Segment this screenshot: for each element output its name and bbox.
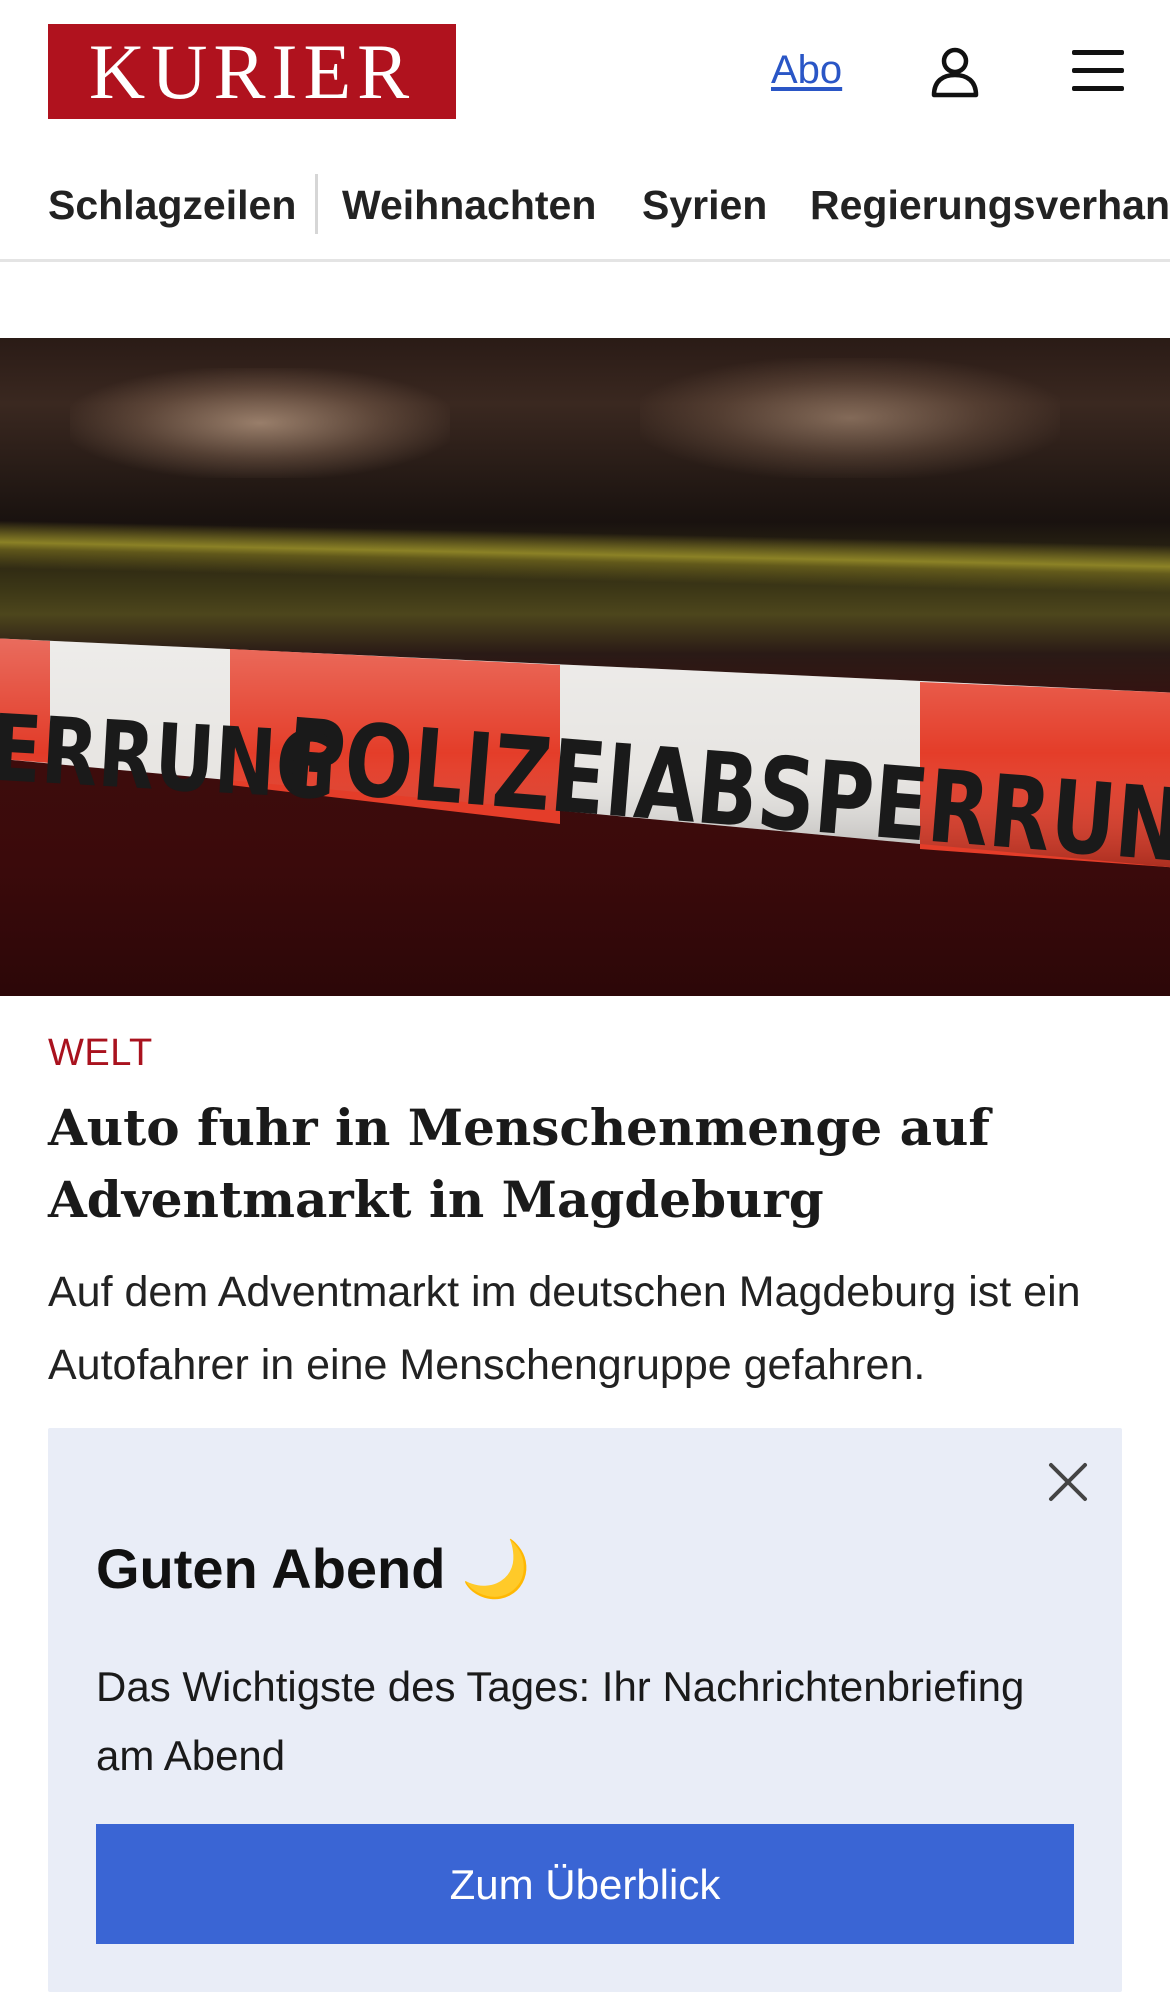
nav-item-syrien[interactable]: Syrien: [642, 182, 767, 229]
topic-navigation: Schlagzeilen Weihnachten Syrien Regierun…: [0, 162, 1170, 262]
abo-link[interactable]: Abo: [771, 48, 842, 93]
nav-item-weihnachten[interactable]: Weihnachten: [342, 182, 596, 229]
nav-item-schlagzeilen[interactable]: Schlagzeilen: [48, 182, 296, 229]
hamburger-menu-icon[interactable]: [1072, 48, 1124, 94]
article-hero-image[interactable]: ERRUNG POLIZEIABSPERRUNG: [0, 338, 1170, 996]
article-headline[interactable]: Auto fuhr in Menschenmenge auf Advent­ma…: [48, 1092, 1128, 1236]
user-icon[interactable]: [930, 46, 980, 98]
police-tape-illustration: ERRUNG POLIZEIABSPERRUNG: [0, 638, 1170, 890]
site-header: KURIER Abo: [0, 0, 1170, 148]
nav-separator: [315, 174, 318, 234]
nav-item-regierungsverhandlungen[interactable]: Regierungsverhandlungen: [810, 182, 1170, 229]
popup-description: Das Wichtigste des Tages: Ihr Nachrichte…: [96, 1663, 1025, 1779]
zum-ueberblick-button[interactable]: Zum Überblick: [96, 1824, 1074, 1944]
article-kicker[interactable]: WELT: [48, 1032, 153, 1075]
popup-title: Guten Abend 🌙: [96, 1537, 531, 1600]
article-teaser[interactable]: Auf dem Adventmarkt im deutschen Magdebu…: [48, 1256, 1128, 1426]
close-icon[interactable]: [1048, 1462, 1088, 1502]
kurier-logo[interactable]: KURIER: [48, 24, 456, 119]
